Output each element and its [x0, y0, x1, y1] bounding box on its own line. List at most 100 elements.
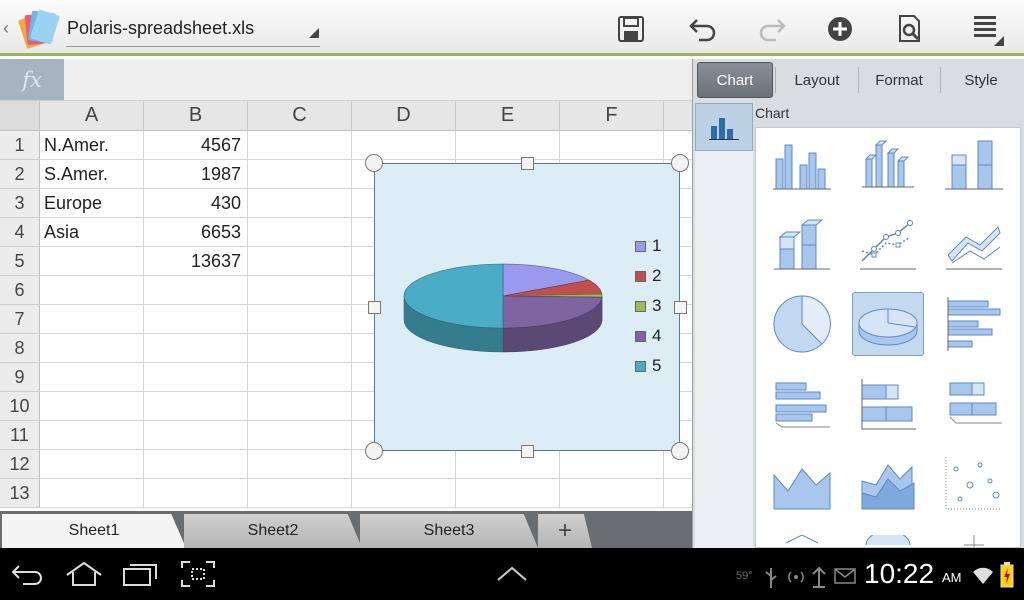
resize-handle-left[interactable]: [368, 301, 381, 314]
select-all-corner[interactable]: [0, 101, 40, 131]
grid-cell[interactable]: [248, 131, 352, 160]
area-chart-icon[interactable]: [766, 452, 838, 516]
pie-chart-icon[interactable]: [766, 292, 838, 356]
column-header[interactable]: D: [352, 101, 456, 131]
clustered-bar-chart-icon[interactable]: [938, 292, 1010, 356]
sheet-tab-1[interactable]: Sheet1: [2, 514, 186, 548]
column-header[interactable]: F: [560, 101, 664, 131]
3d-line-chart-icon[interactable]: [938, 212, 1010, 276]
row-header[interactable]: 1: [0, 131, 40, 160]
grid-cell[interactable]: [40, 421, 144, 450]
grid-cell[interactable]: [560, 479, 664, 508]
3d-stacked-column-chart-icon[interactable]: [766, 212, 838, 276]
grid-cell[interactable]: [352, 479, 456, 508]
redo-button[interactable]: [752, 10, 792, 48]
cell-b2[interactable]: 1987: [144, 160, 248, 189]
screenshot-button[interactable]: [178, 558, 218, 590]
file-name[interactable]: Polaris-spreadsheet.xls: [67, 18, 254, 39]
grid-cell[interactable]: [248, 160, 352, 189]
panel-tab-layout[interactable]: Layout: [777, 62, 857, 98]
grid-cell[interactable]: [40, 276, 144, 305]
column-header[interactable]: A: [40, 101, 144, 131]
grid-cell[interactable]: [248, 363, 352, 392]
partial-chart-icon[interactable]: [938, 532, 1010, 547]
grid-cell[interactable]: [144, 305, 248, 334]
panel-tab-style[interactable]: Style: [941, 62, 1021, 98]
grid-cell[interactable]: [40, 392, 144, 421]
grid-cell[interactable]: [248, 276, 352, 305]
save-button[interactable]: [611, 10, 651, 48]
sheet-tab-2[interactable]: Sheet2: [184, 514, 362, 548]
grid-cell[interactable]: [248, 421, 352, 450]
polaris-logo-icon[interactable]: [14, 6, 62, 50]
resize-handle-right[interactable]: [674, 301, 687, 314]
3d-area-chart-icon[interactable]: [852, 452, 924, 516]
cell-b5[interactable]: 13637: [144, 247, 248, 276]
panel-tab-format[interactable]: Format: [859, 62, 939, 98]
row-header[interactable]: 6: [0, 276, 40, 305]
scatter-chart-icon[interactable]: [938, 452, 1010, 516]
grid-cell[interactable]: [40, 479, 144, 508]
grid-cell[interactable]: [144, 276, 248, 305]
grid-cell[interactable]: [40, 450, 144, 479]
grid-cell[interactable]: [664, 479, 692, 508]
3d-pie-chart-icon[interactable]: [852, 292, 924, 356]
back-button[interactable]: [10, 558, 46, 590]
grid-cell[interactable]: [144, 334, 248, 363]
cell-a1[interactable]: N.Amer.: [40, 131, 144, 160]
row-header[interactable]: 10: [0, 392, 40, 421]
partial-chart-icon[interactable]: [766, 532, 838, 547]
show-more-button[interactable]: [494, 558, 530, 590]
3d-column-chart-icon[interactable]: [852, 132, 924, 196]
grid-cell[interactable]: [248, 305, 352, 334]
recent-apps-button[interactable]: [120, 558, 160, 590]
cell-b4[interactable]: 6653: [144, 218, 248, 247]
grid-cell[interactable]: [248, 392, 352, 421]
chart-object[interactable]: 1 2 3 4 5: [374, 163, 680, 451]
grid-cell[interactable]: [40, 363, 144, 392]
chart-category-button[interactable]: [695, 103, 753, 151]
grid-cell[interactable]: [248, 247, 352, 276]
menu-button[interactable]: [966, 10, 1006, 48]
row-header[interactable]: 5: [0, 247, 40, 276]
back-chevron-icon[interactable]: ‹: [3, 18, 9, 39]
column-header[interactable]: B: [144, 101, 248, 131]
resize-handle-bottom[interactable]: [521, 445, 534, 458]
undo-button[interactable]: [683, 10, 723, 48]
find-button[interactable]: [890, 10, 930, 48]
fx-button[interactable]: fx: [0, 59, 64, 100]
grid-cell[interactable]: [248, 479, 352, 508]
grid-cell[interactable]: [456, 479, 560, 508]
grid-cell[interactable]: [560, 131, 664, 160]
cell-a3[interactable]: Europe: [40, 189, 144, 218]
grid-cell[interactable]: [456, 131, 560, 160]
add-sheet-button[interactable]: +: [538, 514, 592, 548]
column-header[interactable]: E: [456, 101, 560, 131]
insert-button[interactable]: [820, 10, 860, 48]
column-header[interactable]: C: [248, 101, 352, 131]
partial-chart-icon[interactable]: [852, 532, 924, 547]
resize-handle-bottom-left[interactable]: [365, 442, 383, 460]
grid-cell[interactable]: [144, 363, 248, 392]
grid-cell[interactable]: [248, 334, 352, 363]
grid-cell[interactable]: [560, 450, 664, 479]
row-header[interactable]: 2: [0, 160, 40, 189]
row-header[interactable]: 11: [0, 421, 40, 450]
line-markers-chart-icon[interactable]: [852, 212, 924, 276]
3d-bar-chart-icon[interactable]: [766, 372, 838, 436]
grid-cell[interactable]: [40, 247, 144, 276]
grid-cell[interactable]: [40, 305, 144, 334]
row-header[interactable]: 3: [0, 189, 40, 218]
home-button[interactable]: [64, 558, 104, 590]
grid-cell[interactable]: [144, 421, 248, 450]
grid-cell[interactable]: [144, 450, 248, 479]
cell-b1[interactable]: 4567: [144, 131, 248, 160]
resize-handle-top[interactable]: [521, 157, 534, 170]
row-header[interactable]: 9: [0, 363, 40, 392]
stacked-column-chart-icon[interactable]: [938, 132, 1010, 196]
row-header[interactable]: 4: [0, 218, 40, 247]
column-header[interactable]: [664, 101, 692, 131]
formula-input[interactable]: [70, 59, 686, 100]
grid-cell[interactable]: [248, 218, 352, 247]
resize-handle-top-left[interactable]: [365, 154, 383, 172]
